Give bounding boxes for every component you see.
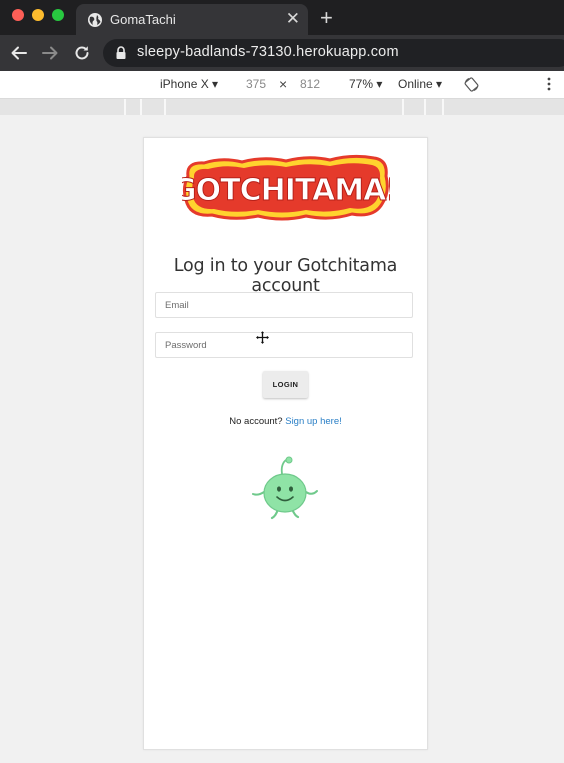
media-query-marker[interactable] [140, 99, 142, 115]
no-account-text: No account? [229, 416, 283, 427]
device-toolbar: iPhone X ▾ 375 × 812 77% ▾ Online ▾ [0, 71, 564, 99]
media-query-bar[interactable] [0, 99, 564, 115]
close-window-button[interactable] [12, 9, 24, 21]
browser-toolbar: sleepy-badlands-73130.herokuapp.com [0, 35, 564, 71]
page-title: Log in to your Gotchitama account [173, 256, 398, 296]
back-arrow-icon[interactable] [10, 44, 28, 62]
login-button[interactable]: LOGIN [263, 371, 308, 398]
media-query-marker[interactable] [164, 99, 166, 115]
device-select[interactable]: iPhone X ▾ [160, 77, 218, 91]
rotate-icon[interactable] [464, 77, 479, 92]
signup-prompt: No account? Sign up here! [144, 416, 427, 427]
dimension-separator: × [279, 76, 288, 92]
signup-link[interactable]: Sign up here! [285, 416, 342, 427]
media-query-marker[interactable] [124, 99, 126, 115]
address-bar[interactable]: sleepy-badlands-73130.herokuapp.com [103, 39, 564, 67]
minimize-window-button[interactable] [32, 9, 44, 21]
viewport-width-input[interactable]: 375 [246, 77, 266, 91]
mascot-illustration [252, 456, 318, 520]
media-query-marker[interactable] [442, 99, 444, 115]
reload-icon[interactable] [73, 44, 91, 62]
media-query-marker[interactable] [402, 99, 404, 115]
network-throttle-select[interactable]: Online ▾ [398, 77, 442, 91]
maximize-window-button[interactable] [52, 9, 64, 21]
new-tab-button[interactable]: + [320, 7, 333, 29]
tab-title: GomaTachi [110, 12, 176, 27]
email-field[interactable] [155, 292, 413, 318]
forward-arrow-icon[interactable] [41, 44, 59, 62]
gotchitama-logo: GOTCHITAMA! [182, 154, 390, 221]
media-query-marker[interactable] [424, 99, 426, 115]
lock-icon [116, 46, 126, 59]
browser-tab[interactable]: GomaTachi ✕ [76, 4, 308, 35]
browser-titlebar: GomaTachi ✕ + [0, 0, 564, 35]
more-options-icon[interactable] [546, 75, 552, 93]
url-text: sleepy-badlands-73130.herokuapp.com [137, 44, 399, 60]
tab-close-button[interactable]: ✕ [286, 10, 300, 27]
viewport-height-input[interactable]: 812 [300, 77, 320, 91]
password-field[interactable] [155, 332, 413, 358]
device-viewport: GOTCHITAMA! Log in to your Gotchitama ac… [143, 137, 428, 750]
move-cursor-icon [255, 330, 270, 345]
zoom-select[interactable]: 77% ▾ [349, 77, 382, 91]
globe-icon [88, 13, 102, 27]
logo-text: GOTCHITAMA! [182, 173, 390, 208]
